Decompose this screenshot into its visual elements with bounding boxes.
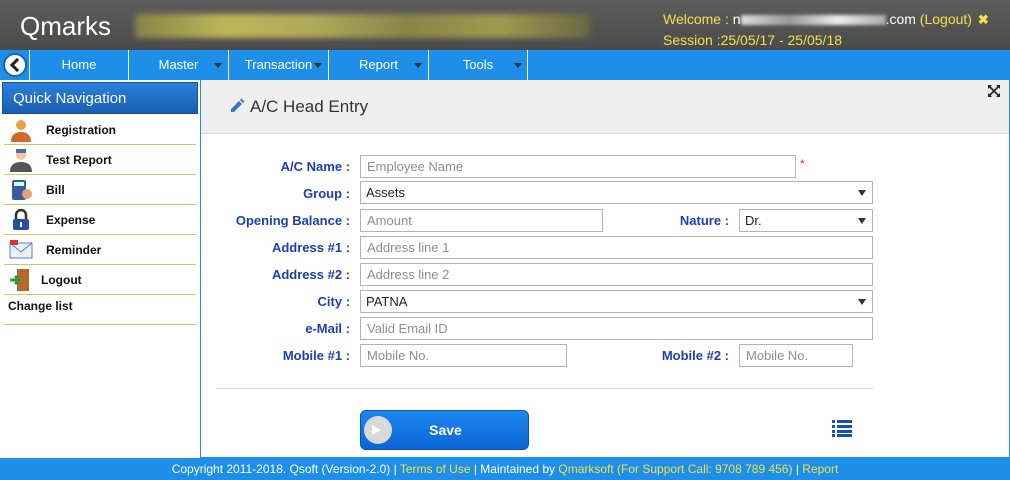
lock-icon — [13, 208, 29, 230]
welcome-text: Welcome : n .com (Logout) ✖ — [663, 11, 989, 28]
ac-name-input[interactable] — [360, 155, 796, 178]
brand-logo: Qmarks — [20, 11, 111, 41]
address2-label: Address #2 : — [271, 267, 350, 282]
blurred-company-name — [135, 14, 590, 38]
email-label: e-Mail : — [305, 321, 350, 336]
calculator-icon — [12, 180, 32, 200]
list-icon[interactable] — [832, 420, 852, 437]
chevron-down-icon — [514, 63, 522, 68]
nav-tools[interactable]: Tools — [429, 50, 528, 80]
sidebar-item-logout[interactable]: Logout — [4, 265, 196, 295]
expand-icon[interactable] — [987, 84, 1001, 98]
back-arrow-icon[interactable] — [3, 53, 27, 77]
divider — [4, 324, 196, 325]
pencil-icon — [231, 98, 245, 112]
nature-select[interactable]: Dr. — [739, 209, 873, 232]
chevron-down-icon — [214, 63, 222, 68]
maintained-text: | Maintained by — [470, 462, 559, 476]
footer: Copyright 2011-2018. Qsoft (Version-2.0)… — [0, 458, 1010, 480]
save-button[interactable]: Save — [360, 410, 529, 450]
mobile2-label: Mobile #2 : — [661, 348, 729, 363]
change-list-link[interactable]: Change list — [8, 299, 73, 313]
session-info: Session :25/05/17 - 25/05/18 — [663, 32, 843, 48]
logout-link[interactable]: (Logout) — [920, 11, 972, 27]
top-header: Qmarks Welcome : n .com (Logout) ✖ Sessio… — [0, 0, 1010, 50]
sidebar-item-registration[interactable]: Registration — [4, 115, 196, 145]
email-input[interactable] — [360, 317, 873, 340]
nav-transaction[interactable]: Transaction — [229, 50, 329, 80]
opening-balance-label: Opening Balance : — [235, 213, 350, 228]
terms-link[interactable]: Terms of Use — [400, 462, 471, 476]
nav-home[interactable]: Home — [29, 50, 129, 80]
main-nav: Home Master Transaction Report Tools — [0, 50, 1010, 80]
mobile1-label: Mobile #1 : — [282, 348, 350, 363]
quick-navigation-sidebar: Quick Navigation Registration Test Repor… — [0, 80, 198, 458]
form-divider — [216, 388, 873, 389]
chevron-down-icon — [414, 63, 422, 68]
opening-balance-input[interactable] — [360, 209, 603, 232]
address2-input[interactable] — [360, 263, 873, 286]
nav-report[interactable]: Report — [329, 50, 429, 80]
copyright-text: Copyright 2011-2018. Qsoft (Version-2.0)… — [171, 462, 400, 476]
sidebar-item-test-report[interactable]: Test Report — [4, 145, 196, 175]
mobile2-input[interactable] — [739, 344, 853, 367]
required-marker: * — [800, 157, 805, 171]
quick-navigation-title: Quick Navigation — [2, 82, 198, 114]
nature-label: Nature : — [679, 213, 729, 228]
chevron-down-icon — [314, 63, 322, 68]
door-icon — [10, 269, 29, 291]
ac-name-label: A/C Name : — [280, 159, 350, 174]
user-email: n .com — [732, 11, 916, 27]
sidebar-item-bill[interactable]: Bill — [4, 175, 196, 205]
main-panel: A/C Head Entry A/C Name : * Group : Asse… — [200, 80, 1010, 458]
address1-input[interactable] — [360, 236, 873, 259]
panel-header: A/C Head Entry — [201, 80, 1009, 134]
mobile1-input[interactable] — [360, 344, 567, 367]
group-select[interactable]: Assets — [360, 181, 873, 204]
person-icon — [11, 120, 31, 142]
welcome-label: Welcome : — [663, 11, 729, 27]
fullscreen-icon[interactable]: ✖ — [978, 12, 989, 27]
group-label: Group : — [303, 186, 350, 201]
address1-label: Address #1 : — [271, 240, 350, 255]
nav-master[interactable]: Master — [129, 50, 229, 80]
report-link[interactable]: Report — [802, 462, 838, 476]
sidebar-item-expense[interactable]: Expense — [4, 205, 196, 235]
page-title: A/C Head Entry — [250, 97, 369, 116]
sidebar-item-reminder[interactable]: Reminder — [4, 235, 196, 265]
mail-icon — [9, 240, 33, 259]
maintainer-link[interactable]: Qmarksoft (For Support Call: 9708 789 45… — [558, 462, 792, 476]
doctor-icon — [10, 149, 32, 172]
footer-separator: | — [792, 462, 803, 476]
city-label: City : — [317, 294, 351, 309]
city-select[interactable]: PATNA — [360, 290, 873, 313]
